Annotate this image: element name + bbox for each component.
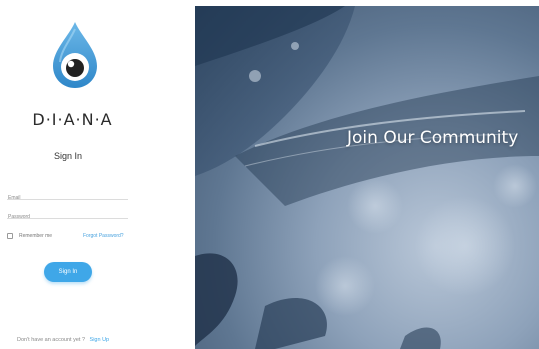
signin-title: Sign In: [53, 151, 83, 161]
brand-name: D·I·A·N·A: [32, 110, 113, 129]
signin-panel: D·I·A·N·A Sign In Remember me Forgot Pas…: [0, 0, 195, 349]
remember-me-label: Remember me: [19, 233, 53, 239]
sign-in-button[interactable]: Sign In: [44, 262, 92, 282]
password-field[interactable]: [7, 210, 128, 224]
hero-image: Join Our Community: [195, 6, 539, 349]
water-drop-eye-icon: [53, 22, 97, 88]
no-account-text: Don't have an account yet ?: [17, 337, 86, 343]
email-field[interactable]: [7, 191, 128, 205]
signup-row: Don't have an account yet ? Sign Up: [17, 337, 109, 343]
remember-me-checkbox[interactable]: [7, 233, 13, 239]
remember-me-row: Remember me: [7, 233, 52, 239]
sign-up-link[interactable]: Sign Up: [90, 337, 110, 343]
password-field-container: [7, 205, 128, 224]
email-field-container: [7, 186, 128, 205]
forgot-password-link[interactable]: Forgot Password?: [83, 233, 124, 239]
hero-title: Join Our Community: [347, 128, 519, 148]
water-splash-photo: [195, 6, 539, 349]
